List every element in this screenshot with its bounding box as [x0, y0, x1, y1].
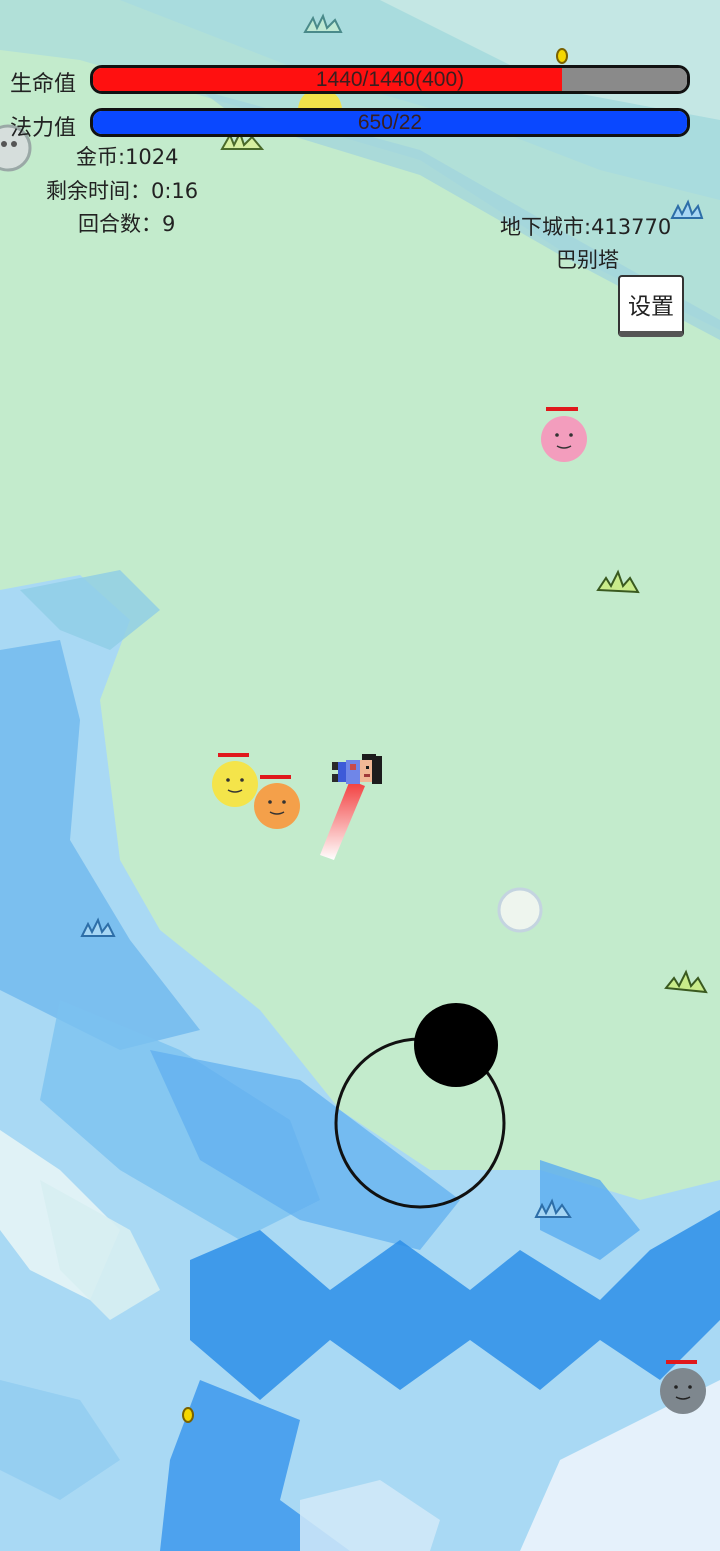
location-name: 巴别塔 [556, 248, 619, 272]
settings-button[interactable]: 设置 [618, 275, 684, 337]
round-counter: 回合数：9 [78, 212, 176, 236]
dungeon-coin-counter: 地下城市:413770 [500, 215, 672, 239]
hp-label: 生命值 [10, 72, 77, 97]
mp-bar: 650/22 [90, 108, 690, 137]
mp-label: 法力值 [10, 116, 77, 141]
gold-counter: 金币:1024 [76, 145, 179, 169]
mp-text: 650/22 [357, 111, 423, 134]
bubble-projectile [497, 887, 543, 933]
hp-bar: 1440/1440(400) [90, 65, 690, 94]
hp-text: 1440/1440(400) [315, 68, 465, 91]
gold-coin [182, 1407, 194, 1423]
joystick-knob[interactable] [414, 1003, 498, 1087]
gold-coin [556, 48, 568, 64]
time-remaining: 剩余时间：0:16 [46, 179, 199, 203]
